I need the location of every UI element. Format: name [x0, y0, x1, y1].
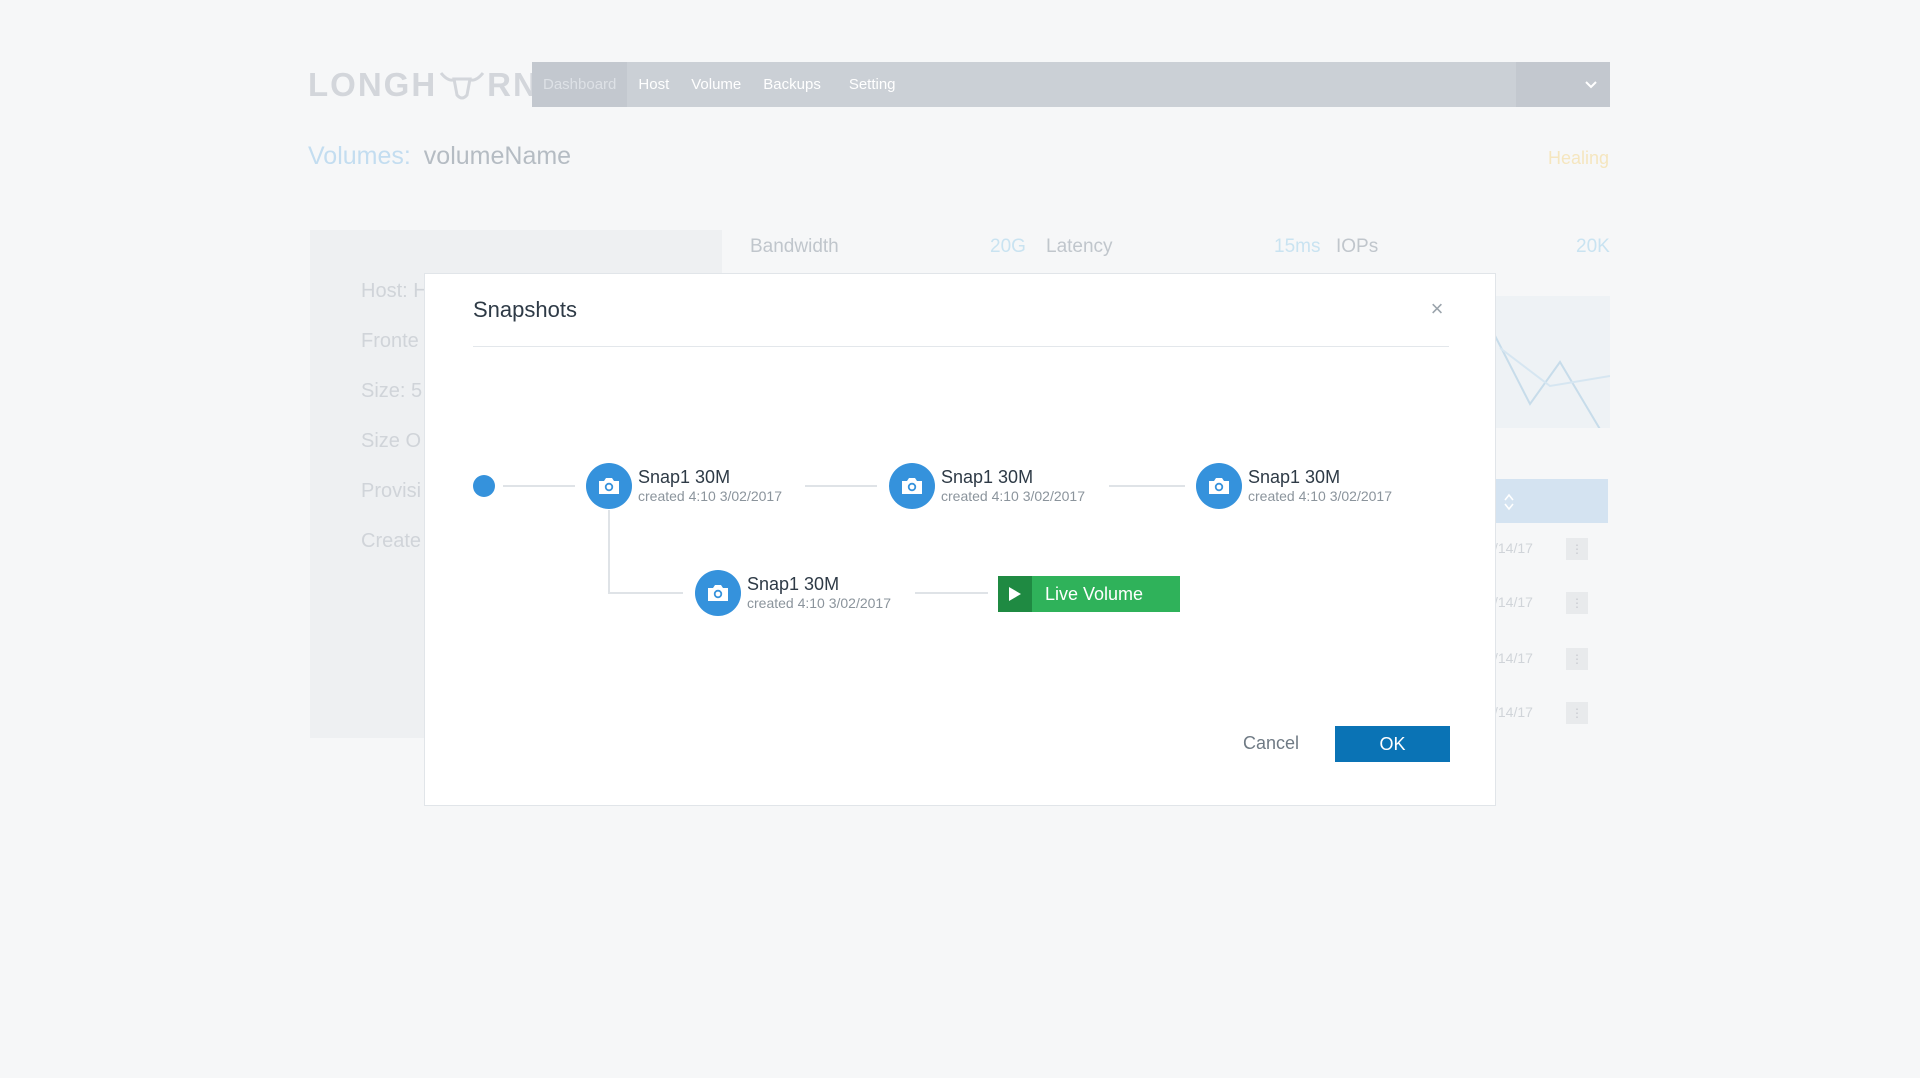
chart-line: [1489, 325, 1611, 447]
play-icon: [998, 576, 1032, 612]
stat-bandwidth-label: Bandwidth: [750, 236, 839, 257]
snapshot-title: Snap1 30M: [941, 467, 1034, 487]
nav-dashboard[interactable]: Dashboard: [532, 62, 628, 107]
nav-host[interactable]: Host: [627, 62, 680, 107]
page-title: Volumes: volumeName: [308, 142, 571, 171]
bull-horn-logo: [440, 72, 485, 100]
stat-iops-value: 20K: [1576, 236, 1610, 257]
top-navigation: Dashboard Host Volume Backups Setting: [532, 62, 1610, 107]
snapshot-node[interactable]: Snap1 30M created 4:10 3/02/2017: [889, 463, 1085, 509]
info-created: Create: [361, 530, 422, 552]
stat-latency: Latency 15ms: [1046, 236, 1320, 258]
snapshot-created: created 4:10 3/02/2017: [1248, 488, 1393, 504]
kebab-menu-icon[interactable]: ⋮: [1566, 648, 1588, 670]
kebab-menu-icon[interactable]: ⋮: [1566, 538, 1588, 560]
page-title-volume-name: volumeName: [423, 142, 572, 170]
camera-icon: [889, 463, 935, 509]
cancel-button[interactable]: Cancel: [1243, 733, 1299, 754]
table-row-date: /14/17: [1494, 594, 1533, 610]
snapshot-node[interactable]: Snap1 30M created 4:10 3/02/2017: [586, 463, 782, 509]
kebab-menu-icon[interactable]: ⋮: [1566, 702, 1588, 724]
live-volume-button[interactable]: Live Volume: [998, 576, 1180, 612]
snapshot-title: Snap1 30M: [1248, 467, 1341, 487]
table-row-date: /14/17: [1494, 704, 1533, 720]
camera-icon: [1196, 463, 1242, 509]
nav-volume[interactable]: Volume: [680, 62, 752, 107]
stat-iops-label: IOPs: [1336, 236, 1379, 257]
snapshot-title: Snap1 30M: [638, 467, 731, 487]
logo-text-left: LONGH: [308, 66, 438, 103]
table-row-date: /14/17: [1494, 650, 1533, 666]
snapshot-title: Snap1 30M: [747, 574, 840, 594]
ok-button[interactable]: OK: [1335, 726, 1450, 762]
snapshot-node[interactable]: Snap1 30M created 4:10 3/02/2017: [1196, 463, 1392, 509]
camera-icon: [586, 463, 632, 509]
info-host: Host: H: [361, 280, 428, 302]
sort-icon[interactable]: [1504, 493, 1514, 511]
snapshot-node[interactable]: Snap1 30M created 4:10 3/02/2017: [695, 570, 891, 616]
nav-backups[interactable]: Backups: [752, 62, 832, 107]
snapshot-created: created 4:10 3/02/2017: [941, 488, 1086, 504]
performance-chart: [1489, 296, 1611, 447]
stat-bandwidth: Bandwidth 20G: [750, 236, 1026, 258]
snapshot-root-node[interactable]: [473, 475, 495, 497]
camera-icon: [695, 570, 741, 616]
table-header: [1496, 479, 1608, 523]
info-size: Size: 5: [361, 380, 423, 402]
table-row-date: /14/17: [1494, 540, 1533, 556]
page-title-label: Volumes:: [308, 142, 411, 170]
longhorn-logo: LONGH RN: [308, 66, 539, 104]
kebab-menu-icon[interactable]: ⋮: [1566, 592, 1588, 614]
info-size-other: Size O: [361, 430, 422, 452]
stat-bandwidth-value: 20G: [990, 236, 1026, 257]
info-frontend: Fronte: [361, 330, 419, 352]
stat-latency-label: Latency: [1046, 236, 1113, 257]
live-volume-label: Live Volume: [1045, 583, 1144, 604]
chevron-down-icon: [1585, 80, 1597, 88]
stat-iops: IOPs 20K: [1336, 236, 1611, 258]
user-dropdown[interactable]: [1516, 62, 1610, 107]
snapshots-modal: Snapshots × Snap1 30M created 4:10 3/02/…: [424, 273, 1496, 806]
info-provisioned: Provisi: [361, 480, 422, 502]
snapshot-created: created 4:10 3/02/2017: [747, 595, 892, 611]
stat-latency-value: 15ms: [1274, 236, 1321, 257]
snapshot-created: created 4:10 3/02/2017: [638, 488, 783, 504]
status-badge: Healing: [1548, 148, 1610, 168]
nav-setting[interactable]: Setting: [838, 62, 907, 107]
